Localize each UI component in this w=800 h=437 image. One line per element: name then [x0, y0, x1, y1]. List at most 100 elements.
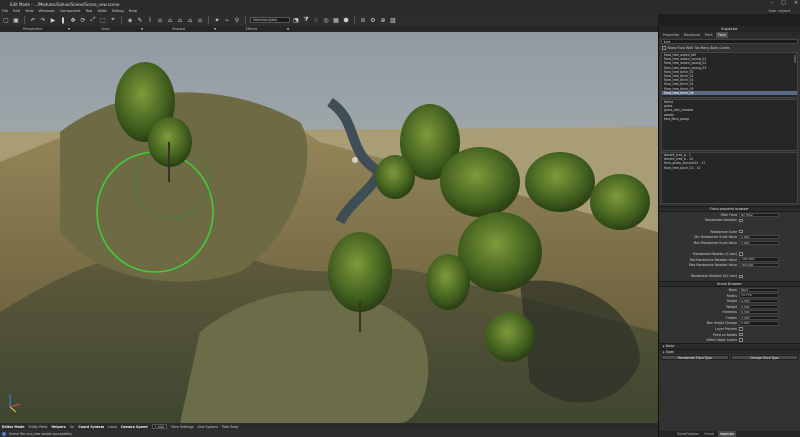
- property-field[interactable]: 0.500: [739, 304, 779, 309]
- property-checkbox[interactable]: [739, 338, 743, 343]
- show-flora-checkbox[interactable]: [662, 46, 666, 50]
- move-tool-icon[interactable]: ✥: [69, 16, 77, 24]
- chevron-down-icon[interactable]: ▼: [284, 27, 292, 31]
- helpers-value[interactable]: On: [70, 425, 75, 429]
- chevron-down-icon[interactable]: ▼: [138, 27, 146, 31]
- pause-icon[interactable]: ❚: [59, 16, 67, 24]
- scene-icon-2[interactable]: ⌂: [166, 16, 174, 24]
- path-snap-toggle[interactable]: Path Snap: [222, 425, 239, 429]
- menu-help[interactable]: Help: [129, 9, 137, 13]
- property-field[interactable]: 0.300: [739, 315, 779, 321]
- menu-debug[interactable]: Debug: [112, 9, 124, 13]
- property-field[interactable]: 0.300: [739, 310, 779, 315]
- stop-icon[interactable]: ⊘: [359, 16, 367, 24]
- property-checkbox[interactable]: [739, 327, 743, 331]
- settings-icon[interactable]: ⚙: [369, 16, 377, 24]
- coord-system-value[interactable]: Local: [108, 425, 117, 429]
- scene-icon-5[interactable]: ⌂: [196, 16, 204, 24]
- brush-icon[interactable]: ⌇: [146, 16, 154, 24]
- layer-list[interactable]: forest grass grass_dev_shadow weeds test…: [661, 99, 798, 151]
- terrain-icon[interactable]: ◈: [126, 16, 134, 24]
- user-layout-label[interactable]: User Layout: [768, 9, 790, 13]
- list-item[interactable]: flora_tree_birch_02 - 10: [662, 166, 797, 170]
- new-file-icon[interactable]: ▢: [2, 16, 10, 24]
- undo-icon[interactable]: ↶: [29, 16, 37, 24]
- list-item[interactable]: test_flora_group: [662, 117, 797, 121]
- scene-icon-1[interactable]: ⌂: [156, 16, 164, 24]
- grid-icon[interactable]: ▦: [332, 16, 340, 24]
- property-field[interactable]: 0.000: [739, 321, 779, 326]
- property-checkbox[interactable]: [739, 252, 743, 256]
- menu-aedit[interactable]: AEdit: [97, 9, 106, 13]
- select-tool-icon[interactable]: ⬚: [99, 16, 107, 24]
- view-settings-button[interactable]: View Settings: [171, 425, 193, 429]
- minimize-icon[interactable]: –: [771, 0, 774, 6]
- close-icon[interactable]: ×: [794, 0, 798, 6]
- property-checkbox[interactable]: [739, 229, 743, 234]
- filter-icon[interactable]: ⧩: [302, 16, 310, 24]
- play-icon[interactable]: ▶: [49, 16, 57, 24]
- tab-paint[interactable]: Paint: [703, 32, 715, 38]
- property-field[interactable]: 1.000: [739, 240, 779, 245]
- scale-tool-icon[interactable]: ⤢: [89, 16, 97, 24]
- change-flora-type-button[interactable]: Change Flora Type: [730, 355, 798, 361]
- show-flora-row[interactable]: Show Flora With Too Many Body Quads: [659, 45, 800, 51]
- property-select[interactable]: Paint: [739, 287, 779, 293]
- property-field[interactable]: 1.000: [739, 234, 779, 240]
- snap-icon[interactable]: ⌖: [109, 16, 117, 24]
- property-field[interactable]: -180.000: [739, 257, 779, 262]
- selection-tool-icon[interactable]: ⬔: [292, 16, 300, 24]
- property-checkbox[interactable]: [739, 274, 743, 279]
- lasso-icon[interactable]: ◎: [322, 16, 330, 24]
- tab-inspector[interactable]: Inspector: [717, 431, 737, 437]
- camera-speed-field[interactable]: 1.000: [151, 424, 168, 429]
- terrain-render[interactable]: [0, 32, 658, 423]
- scene-icon-4[interactable]: ⌂: [186, 16, 194, 24]
- camera-icon[interactable]: ⌁: [223, 16, 231, 24]
- scene-viewport[interactable]: [0, 32, 658, 423]
- property-checkbox[interactable]: [739, 218, 743, 223]
- editor-mode-value[interactable]: Entity Paint: [29, 425, 48, 429]
- brush-list[interactable]: decent_tree_a - 1 decent_tree_b - 10 flo…: [661, 152, 798, 204]
- menu-file[interactable]: File: [2, 9, 8, 13]
- menu-edit[interactable]: Edit: [13, 9, 20, 13]
- zoom-icon[interactable]: ⊕: [379, 16, 387, 24]
- scrollbar[interactable]: [794, 55, 796, 63]
- chevron-down-icon[interactable]: ▼: [211, 27, 219, 31]
- hand-icon[interactable]: ☝: [312, 16, 320, 24]
- walk-icon[interactable]: ⚲: [233, 16, 241, 24]
- menu-tool[interactable]: Tool: [85, 9, 92, 13]
- grid-system-button[interactable]: Grid System: [197, 425, 217, 429]
- menu-windows[interactable]: Windows: [39, 9, 55, 13]
- randomize-flora-type-button[interactable]: Randomize Flora Type: [661, 355, 729, 361]
- property-field[interactable]: 0.300: [739, 298, 779, 304]
- tab-baseband[interactable]: Baseband: [682, 32, 702, 38]
- property-field[interactable]: 14.776: [739, 293, 779, 298]
- property-field[interactable]: 180.000: [739, 262, 779, 268]
- save-icon[interactable]: ▣: [12, 16, 20, 24]
- maximize-icon[interactable]: □: [781, 0, 786, 6]
- menu-component[interactable]: Component: [60, 9, 81, 13]
- tab-perspective[interactable]: Perspective: [0, 27, 65, 31]
- list-item-selected[interactable]: flora_tree_birch_06: [662, 90, 797, 96]
- paint-icon[interactable]: ✎: [136, 16, 144, 24]
- redo-icon[interactable]: ↷: [39, 16, 47, 24]
- property-checkbox[interactable]: [739, 332, 743, 337]
- tab-solid[interactable]: Solid: [73, 27, 138, 31]
- scene-icon-3[interactable]: ⌂: [176, 16, 184, 24]
- tab-effects[interactable]: Effects: [219, 27, 284, 31]
- tab-flora[interactable]: Flora: [715, 32, 728, 38]
- flora-list[interactable]: flora_tree_aspen_tall flora_tree_aspen_y…: [661, 52, 798, 98]
- chevron-down-icon[interactable]: ▼: [65, 27, 73, 31]
- cube-icon[interactable]: ⬢: [342, 16, 350, 24]
- tab-properties[interactable]: Properties: [661, 32, 681, 38]
- tab-shaded[interactable]: Shaded: [146, 27, 211, 31]
- tab-scene-options[interactable]: SceneOptions: [675, 431, 700, 437]
- property-select[interactable]: No Filter: [739, 212, 779, 217]
- selection-field[interactable]: Selection(Idle): [250, 17, 290, 23]
- tab-scene[interactable]: Scene: [702, 431, 715, 437]
- image-icon[interactable]: ▨: [389, 16, 397, 24]
- light-icon[interactable]: ✦: [213, 16, 221, 24]
- rotate-tool-icon[interactable]: ⟳: [79, 16, 87, 24]
- menu-view[interactable]: View: [25, 9, 34, 13]
